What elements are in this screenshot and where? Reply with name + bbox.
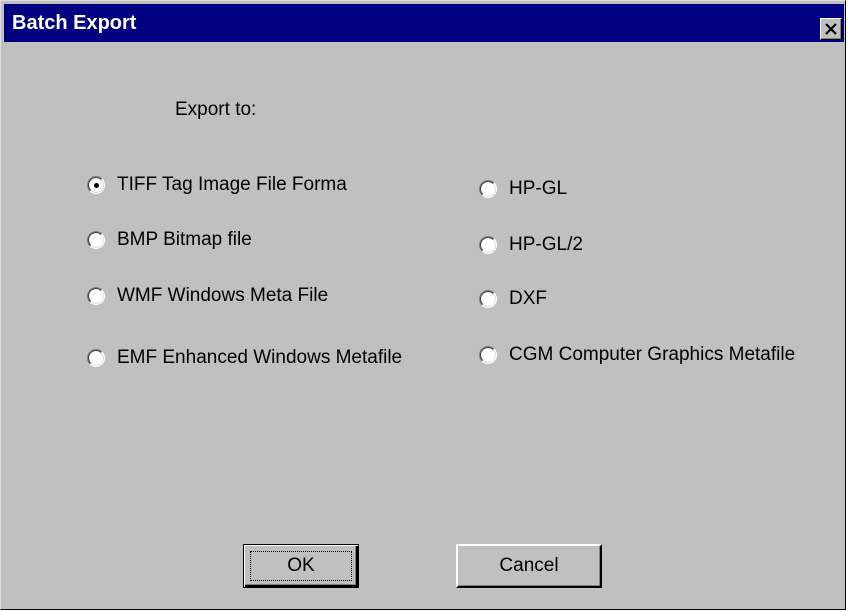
radio-label-hpgl: HP-GL [509,178,568,199]
radio-button-emf[interactable] [87,349,105,367]
radio-label-tiff: TIFF Tag Image File Forma [117,174,347,195]
radio-label-wmf: WMF Windows Meta File [117,285,329,306]
radio-label-cgm: CGM Computer Graphics Metafile [509,344,796,365]
radio-button-hpgl2[interactable] [479,236,497,254]
radio-label-hpgl2: HP-GL/2 [509,234,583,255]
radio-option-dxf[interactable]: DXF [479,286,547,312]
cancel-button-label: Cancel [499,555,559,576]
radio-label-bmp: BMP Bitmap file [117,229,252,250]
close-button[interactable] [820,18,842,40]
radio-option-wmf[interactable]: WMF Windows Meta File [87,283,328,309]
radio-option-bmp[interactable]: BMP Bitmap file [87,227,252,253]
radio-button-hpgl[interactable] [479,180,497,198]
radio-button-tiff[interactable] [87,176,105,194]
radio-button-dxf[interactable] [479,290,497,308]
radio-option-hpgl2[interactable]: HP-GL/2 [479,232,583,258]
title-bar[interactable]: Batch Export [4,4,844,42]
batch-export-dialog: Batch Export Export to: TIFF Tag Image F… [0,0,846,610]
cancel-button[interactable]: Cancel [456,544,602,588]
radio-label-dxf: DXF [509,288,547,309]
radio-selected-dot [94,183,99,188]
radio-button-cgm[interactable] [479,346,497,364]
window-title: Batch Export [12,12,137,34]
radio-label-emf: EMF Enhanced Windows Metafile [117,347,403,368]
radio-option-tiff[interactable]: TIFF Tag Image File Forma [87,172,347,198]
radio-option-emf[interactable]: EMF Enhanced Windows Metafile [87,345,402,371]
radio-button-bmp[interactable] [87,231,105,249]
radio-option-hpgl[interactable]: HP-GL [479,176,567,202]
ok-button[interactable]: OK [243,544,359,588]
export-to-label: Export to: [175,99,257,120]
radio-button-wmf[interactable] [87,287,105,305]
radio-option-cgm[interactable]: CGM Computer Graphics Metafile [479,342,795,368]
focus-rect [250,551,352,581]
close-icon [825,23,837,35]
